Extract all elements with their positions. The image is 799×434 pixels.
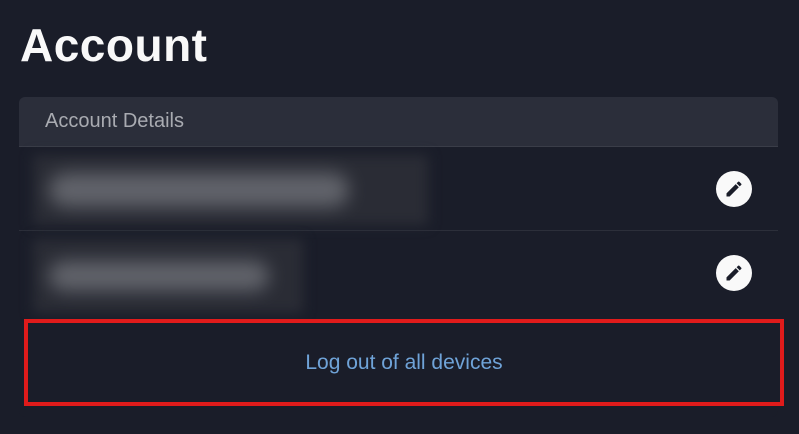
account-details-header: Account Details: [19, 97, 778, 147]
account-page: Account Account Details Log out of all d…: [0, 0, 799, 434]
pencil-icon: [726, 181, 742, 197]
redacted-value: [49, 261, 269, 291]
log-out-all-devices-label: Log out of all devices: [305, 350, 503, 374]
log-out-all-devices-button[interactable]: Log out of all devices: [24, 319, 784, 406]
edit-email-button[interactable]: [716, 171, 752, 207]
account-detail-row-password: [19, 231, 778, 315]
pencil-icon: [726, 265, 742, 281]
redacted-value: [49, 173, 349, 207]
page-title: Account: [20, 19, 208, 71]
account-details-header-label: Account Details: [45, 110, 184, 132]
account-detail-row-email: [19, 147, 778, 231]
edit-password-button[interactable]: [716, 255, 752, 291]
